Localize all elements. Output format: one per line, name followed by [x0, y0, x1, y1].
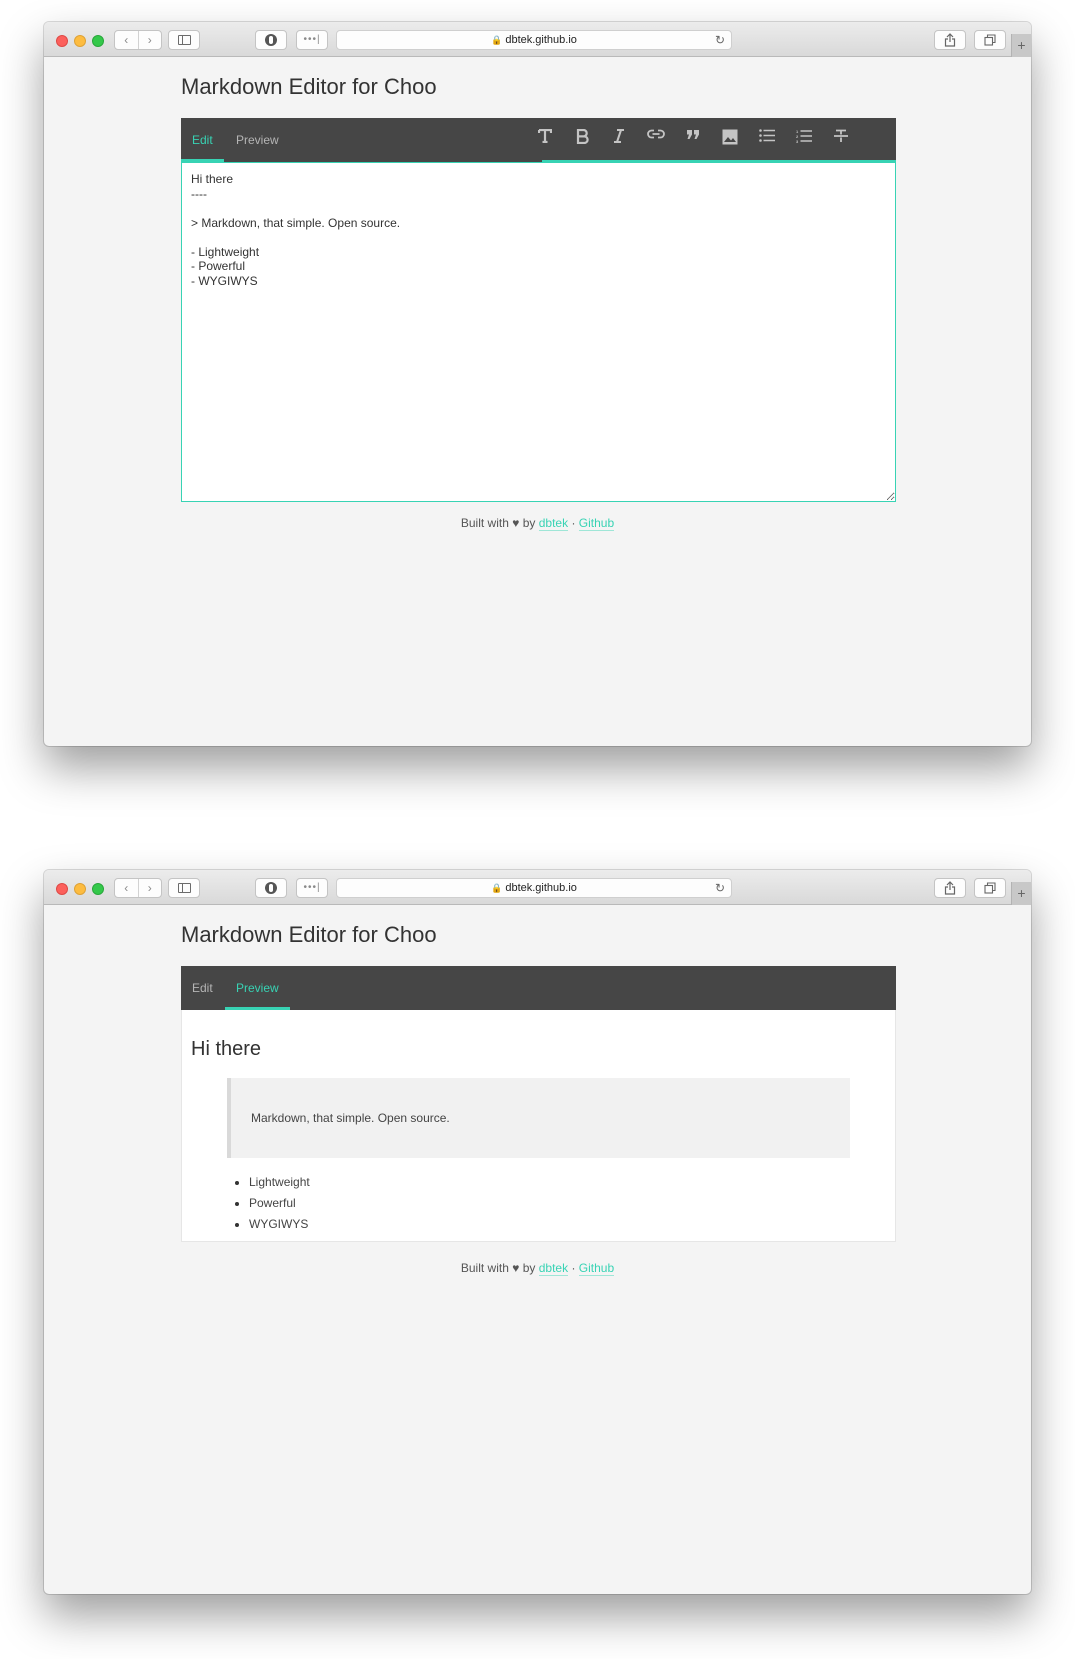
url-text: dbtek.github.io	[505, 34, 577, 46]
footer-by: by	[522, 1261, 536, 1275]
zoom-window-button[interactable]	[92, 35, 104, 47]
new-tab-button[interactable]: +	[1011, 34, 1031, 57]
tab-overview-button[interactable]	[974, 30, 1006, 50]
footer-separator: ·	[571, 516, 576, 530]
tab-preview[interactable]: Preview	[225, 118, 290, 162]
share-icon	[944, 33, 956, 47]
strikethrough-icon[interactable]	[829, 126, 853, 150]
editor-toolbar: Edit Preview	[181, 966, 896, 1010]
bold-icon[interactable]	[570, 126, 594, 150]
list-item: Powerful	[249, 1193, 310, 1214]
close-window-button[interactable]	[56, 35, 68, 47]
more-button[interactable]: •••|	[296, 30, 328, 50]
preview-blockquote: Markdown, that simple. Open source.	[227, 1078, 850, 1158]
browser-toolbar: ‹ › •••| 🔒 dbtek.github.io ↻ +	[44, 870, 1031, 905]
forward-icon[interactable]: ›	[139, 31, 162, 49]
numbered-list-icon[interactable]: 123	[792, 126, 816, 150]
link-icon[interactable]	[644, 126, 668, 150]
tabs-icon	[984, 34, 996, 46]
author-link[interactable]: dbtek	[538, 1261, 569, 1276]
github-link[interactable]: Github	[578, 1261, 615, 1276]
sidebar-toggle-button[interactable]	[168, 30, 200, 50]
quote-icon[interactable]	[681, 126, 705, 150]
extension-button[interactable]	[255, 878, 287, 898]
more-button[interactable]: •••|	[296, 878, 328, 898]
image-icon[interactable]	[718, 126, 742, 150]
back-icon[interactable]: ‹	[115, 879, 139, 897]
page-content: Markdown Editor for Choo Edit Preview 1 …	[44, 58, 1031, 746]
sidebar-icon	[177, 883, 191, 893]
footer-separator: ·	[571, 1261, 576, 1275]
list-item: WYGIWYS	[249, 1214, 310, 1235]
github-link[interactable]: Github	[578, 516, 615, 531]
sidebar-icon	[177, 35, 191, 45]
browser-toolbar: ‹ › •••| 🔒 dbtek.github.io ↻ +	[44, 22, 1031, 57]
bullet-list-icon[interactable]	[755, 126, 779, 150]
footer: Built with ♥ by dbtek · Github	[44, 1261, 1031, 1276]
minimize-window-button[interactable]	[74, 883, 86, 895]
back-icon[interactable]: ‹	[115, 31, 139, 49]
forward-icon[interactable]: ›	[139, 879, 162, 897]
heart-icon: ♥	[512, 1261, 520, 1275]
list-item: Lightweight	[249, 1172, 310, 1193]
close-window-button[interactable]	[56, 883, 68, 895]
tab-edit[interactable]: Edit	[181, 118, 224, 162]
preview-list: Lightweight Powerful WYGIWYS	[249, 1172, 310, 1235]
address-bar[interactable]: 🔒 dbtek.github.io ↻	[336, 30, 732, 50]
tab-preview[interactable]: Preview	[225, 966, 290, 1010]
extension-icon	[265, 882, 277, 894]
minimize-window-button[interactable]	[74, 35, 86, 47]
back-forward-buttons: ‹ ›	[114, 878, 162, 898]
markdown-preview: Hi there Markdown, that simple. Open sou…	[181, 1010, 896, 1242]
extension-button[interactable]	[255, 30, 287, 50]
extension-icon	[265, 34, 277, 46]
lock-icon: 🔒	[491, 883, 503, 893]
reload-icon[interactable]: ↻	[715, 31, 725, 49]
browser-window-preview: ‹ › •••| 🔒 dbtek.github.io ↻ + Markdown E…	[44, 870, 1031, 1594]
sidebar-toggle-button[interactable]	[168, 878, 200, 898]
footer-by: by	[522, 516, 536, 530]
lock-icon: 🔒	[491, 35, 503, 45]
footer: Built with ♥ by dbtek · Github	[44, 516, 1031, 531]
share-button[interactable]	[934, 30, 966, 50]
page-content: Markdown Editor for Choo Edit Preview Hi…	[44, 906, 1031, 1594]
zoom-window-button[interactable]	[92, 883, 104, 895]
svg-text:3: 3	[796, 139, 799, 143]
tab-overview-button[interactable]	[974, 878, 1006, 898]
address-bar[interactable]: 🔒 dbtek.github.io ↻	[336, 878, 732, 898]
page-title: Markdown Editor for Choo	[181, 74, 437, 99]
share-icon	[944, 881, 956, 895]
tabs-icon	[984, 882, 996, 894]
italic-icon[interactable]	[607, 126, 631, 150]
heading-icon[interactable]	[533, 126, 557, 150]
share-button[interactable]	[934, 878, 966, 898]
heart-icon: ♥	[512, 516, 520, 530]
back-forward-buttons: ‹ ›	[114, 30, 162, 50]
footer-built-with: Built with	[460, 516, 509, 530]
page-title: Markdown Editor for Choo	[181, 922, 437, 947]
preview-heading: Hi there	[191, 1038, 262, 1060]
new-tab-button[interactable]: +	[1011, 882, 1031, 905]
tab-edit[interactable]: Edit	[181, 966, 224, 1010]
footer-built-with: Built with	[460, 1261, 509, 1275]
reload-icon[interactable]: ↻	[715, 879, 725, 897]
author-link[interactable]: dbtek	[538, 516, 569, 531]
browser-window-edit: ‹ › •••| 🔒 dbtek.github.io ↻ + Markdown E…	[44, 22, 1031, 746]
markdown-textarea[interactable]	[181, 162, 896, 502]
url-text: dbtek.github.io	[505, 882, 577, 894]
editor-toolbar: Edit Preview	[181, 118, 896, 162]
